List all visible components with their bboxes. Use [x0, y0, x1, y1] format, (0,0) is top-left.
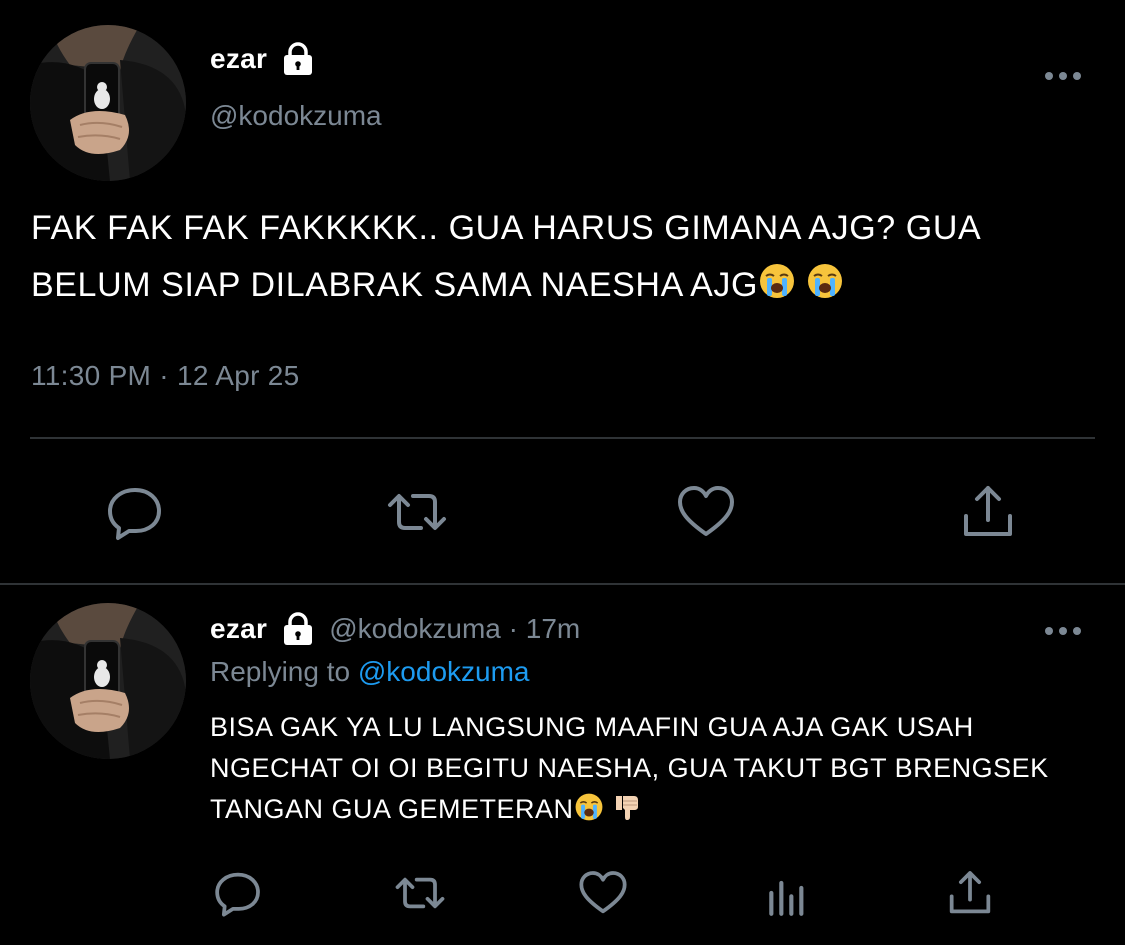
tweet-thread: ezar @kodokzuma FAK FAK FAK FAKKKKK.. GU… [0, 0, 1125, 945]
reply-text: BISA GAK YA LU LANGSUNG MAAFIN GUA AJA G… [210, 707, 1070, 834]
more-options-icon[interactable] [1043, 69, 1083, 81]
reply-icon[interactable] [105, 482, 165, 542]
more-options-icon[interactable] [1043, 624, 1083, 636]
avatar[interactable] [30, 603, 186, 759]
author-row: ezar [210, 42, 315, 76]
lock-icon [281, 612, 315, 646]
share-icon[interactable] [958, 482, 1018, 542]
reply-author-row: ezar @kodokzuma · 17m [210, 612, 580, 646]
retweet-icon[interactable] [395, 868, 445, 918]
loudly-crying-face-icon [758, 261, 796, 318]
lock-icon [281, 42, 315, 76]
divider [30, 437, 1095, 439]
replying-handle-link[interactable]: @kodokzuma [358, 656, 530, 687]
like-icon[interactable] [578, 868, 628, 918]
avatar[interactable] [30, 25, 186, 181]
handle[interactable]: @kodokzuma [210, 100, 382, 132]
share-icon[interactable] [945, 868, 995, 918]
reply-icon[interactable] [213, 868, 263, 918]
like-icon[interactable] [676, 482, 736, 542]
loudly-crying-face-icon [574, 792, 604, 834]
loudly-crying-face-icon [806, 261, 844, 318]
retweet-icon[interactable] [387, 482, 447, 542]
display-name[interactable]: ezar [210, 613, 267, 645]
tweet-timestamp[interactable]: 11:30 PM · 12 Apr 25 [31, 360, 300, 392]
replying-prefix: Replying to [210, 656, 351, 687]
analytics-icon[interactable] [763, 868, 813, 918]
reply-meta[interactable]: @kodokzuma · 17m [329, 613, 580, 645]
display-name[interactable]: ezar [210, 43, 267, 75]
divider [0, 583, 1125, 585]
thumbs-down-icon [612, 792, 642, 834]
replying-to: Replying to @kodokzuma [210, 656, 529, 688]
tweet-text: FAK FAK FAK FAKKKKK.. GUA HARUS GIMANA A… [31, 200, 1091, 318]
